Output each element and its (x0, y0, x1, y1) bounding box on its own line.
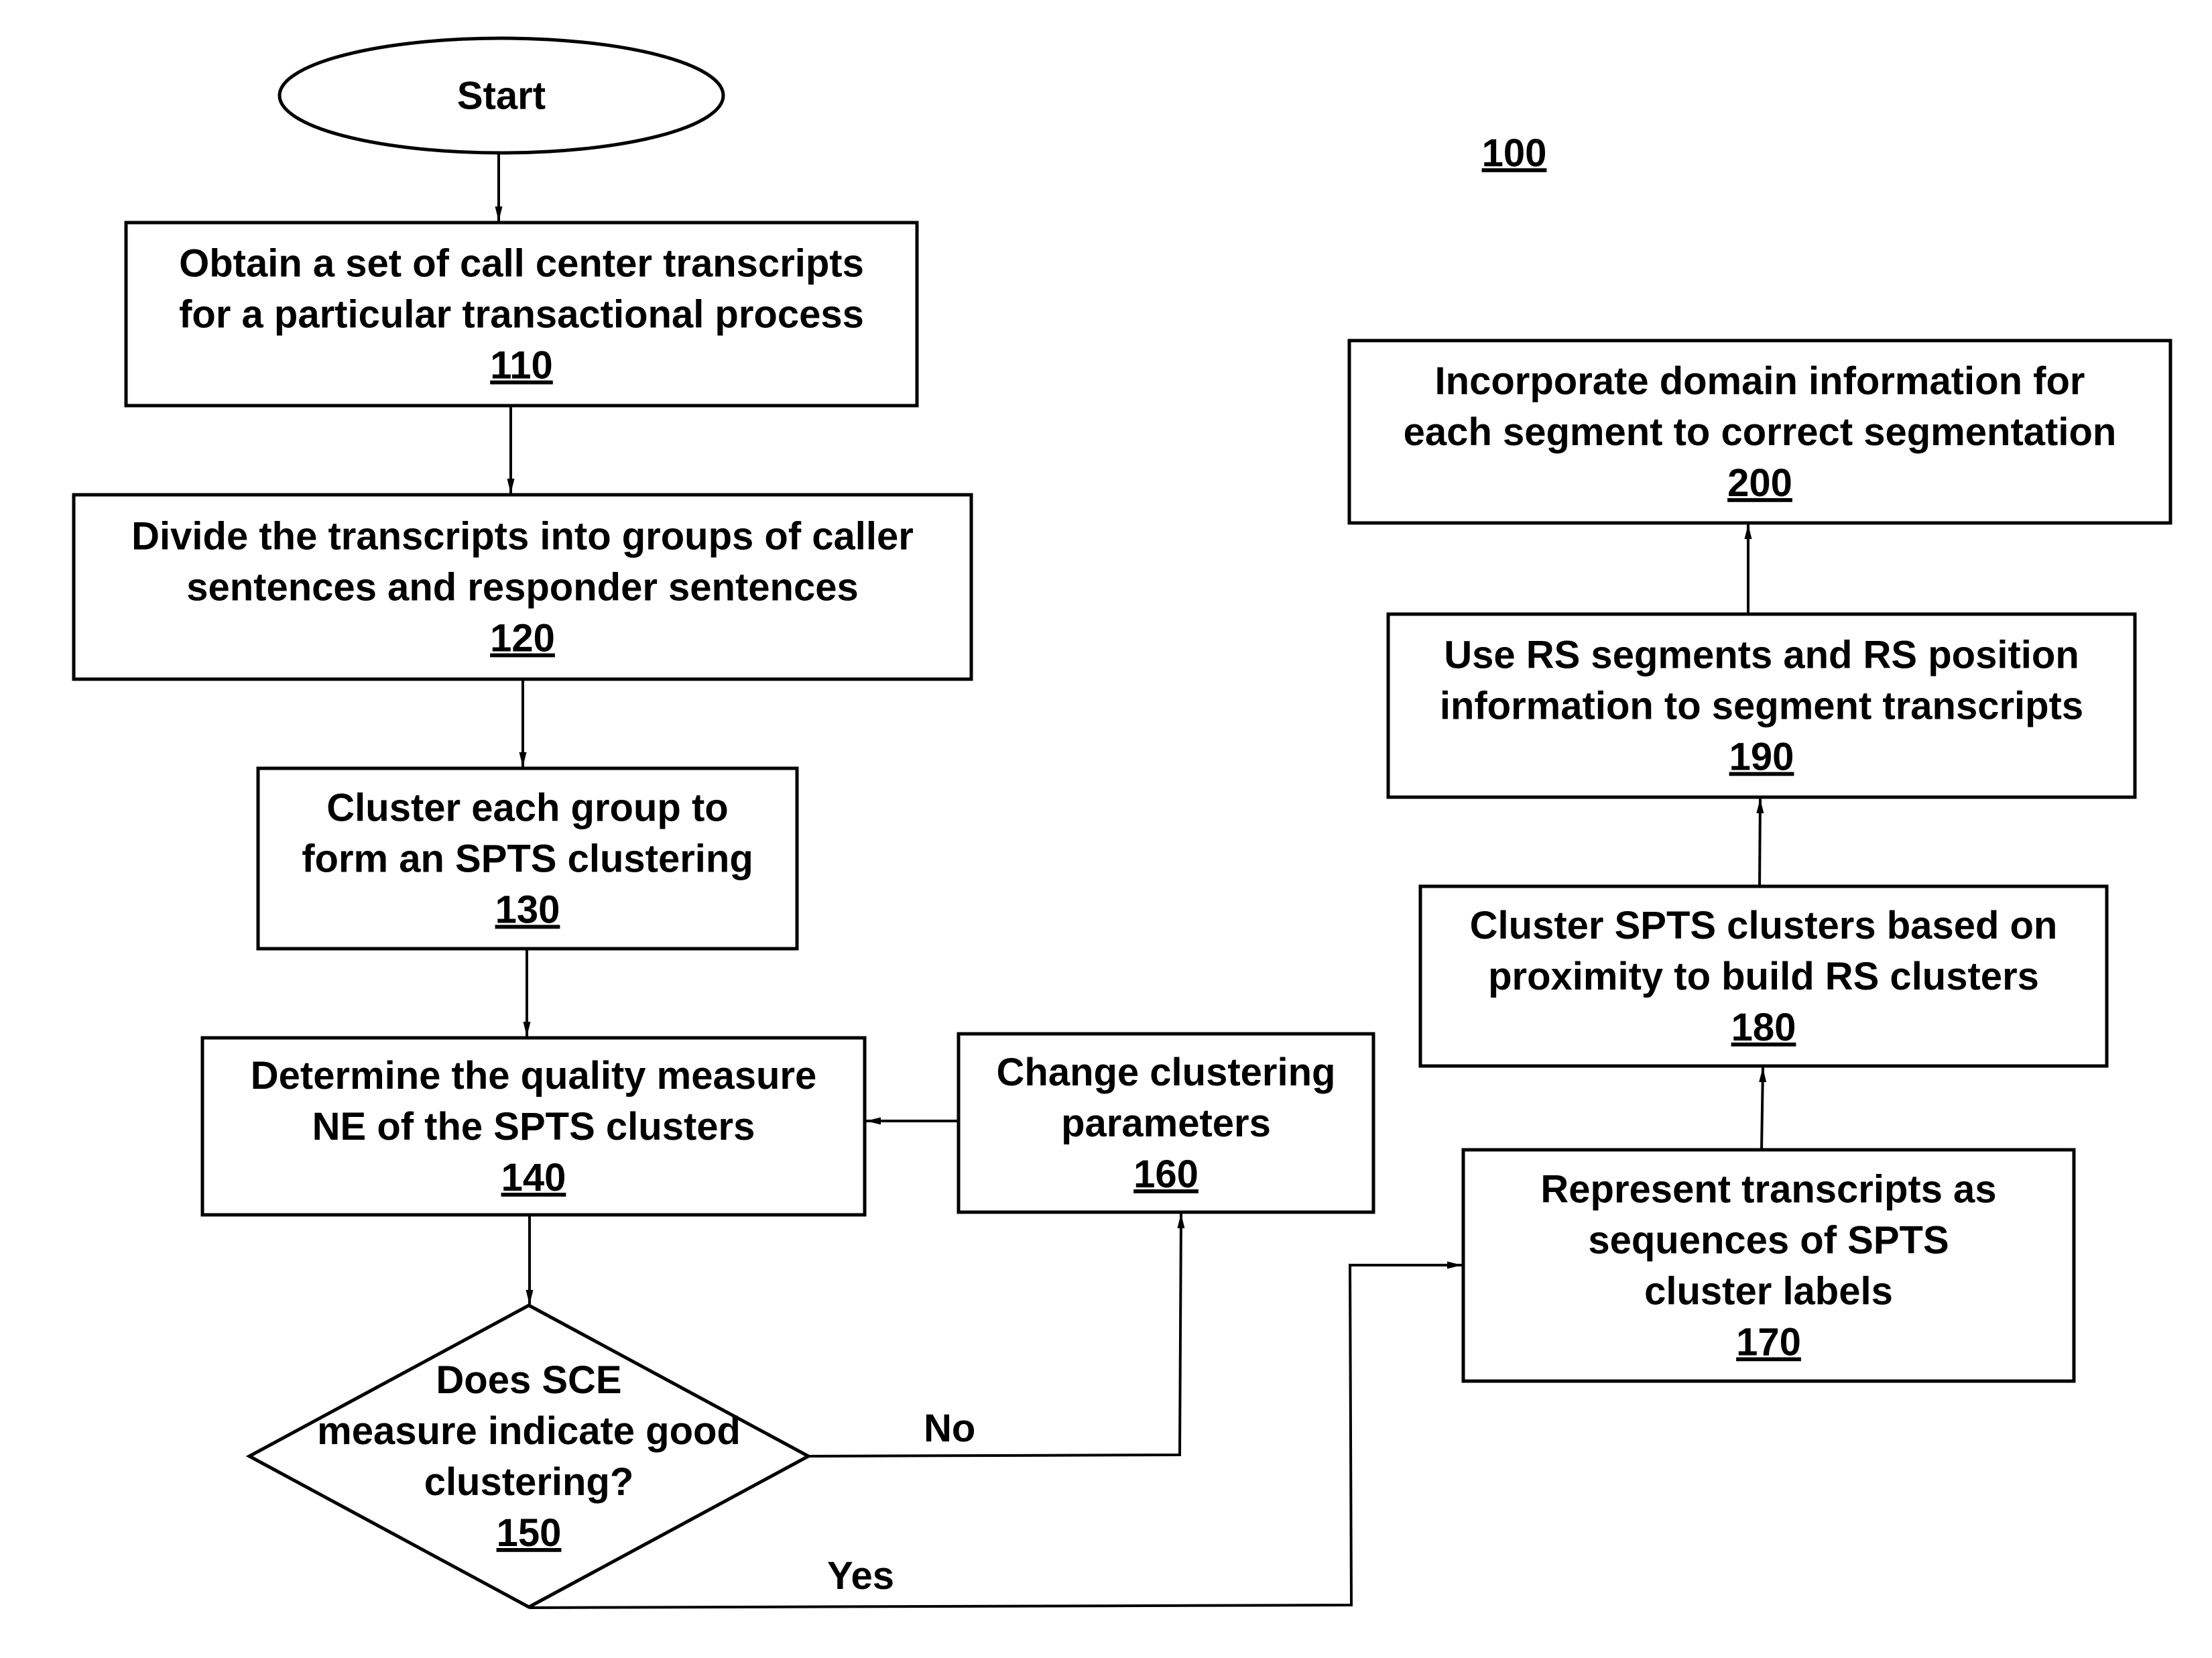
node-130: Cluster each group to form an SPTS cluste… (256, 766, 799, 951)
node-reference-number: 160 (1133, 1152, 1199, 1196)
node-label-line: Incorporate domain information for (1435, 359, 2085, 403)
node-reference-number: 170 (1736, 1321, 1801, 1364)
node-label-line: clustering? (424, 1460, 634, 1504)
node-start: Start (278, 36, 725, 155)
node-label-line: cluster labels (1644, 1270, 1893, 1313)
node-150: Does SCE measure indicate good clustering?… (245, 1303, 812, 1609)
node-label-line: Cluster SPTS clusters based on (1470, 904, 2058, 947)
edge-150-160-no (808, 1213, 1185, 1458)
edge-170-180 (1759, 1067, 1767, 1150)
edge-label-yes: Yes (827, 1554, 894, 1598)
node-reference-number: 110 (490, 344, 553, 388)
node-label-line: form an SPTS clustering (302, 837, 753, 881)
node-140: Determine the quality measure NE of the S… (200, 1036, 867, 1217)
node-label-line: Represent transcripts as (1540, 1168, 1996, 1211)
node-label-line: Determine the quality measure (251, 1054, 817, 1098)
node-label-line: Cluster each group to (326, 786, 728, 830)
node-label-line: for a particular transactional process (179, 293, 864, 337)
edge-label-no: No (924, 1407, 975, 1450)
node-label-line: Start (457, 74, 546, 118)
node-reference-number: 130 (495, 888, 560, 932)
node-label-line: Divide the transcripts into groups of ca… (131, 515, 914, 558)
node-120: Divide the transcripts into groups of ca… (72, 493, 973, 681)
node-160: Change clustering parameters 160 (957, 1032, 1375, 1214)
node-reference-number: 140 (501, 1156, 566, 1199)
node-label-line: information to segment transcripts (1440, 685, 2083, 728)
node-170: Represent transcripts as sequences of SPT… (1461, 1148, 2076, 1383)
node-reference-number: 190 (1729, 735, 1794, 779)
node-110: Obtain a set of call center transcripts f… (124, 221, 919, 408)
flowchart: No Yes 100 Start Obtain a set of call cen… (72, 36, 2172, 1609)
node-label-line: sequences of SPTS (1588, 1219, 1949, 1262)
node-label-line: each segment to correct segmentation (1404, 410, 2117, 454)
node-reference-number: 180 (1731, 1006, 1796, 1049)
node-190: Use RS segments and RS position informati… (1386, 612, 2137, 799)
decision-shape (245, 1303, 812, 1609)
node-reference-number: 150 (497, 1511, 562, 1555)
node-label-line: NE of the SPTS clusters (312, 1105, 755, 1148)
node-label-line: Use RS segments and RS position (1444, 634, 2079, 677)
node-label-line: sentences and responder sentences (186, 566, 859, 609)
node-180: Cluster SPTS clusters based on proximity … (1418, 884, 2109, 1068)
node-200: Incorporate domain information for each s… (1347, 339, 2172, 525)
node-label-line: parameters (1061, 1102, 1271, 1145)
node-label-line: measure indicate good (317, 1409, 741, 1453)
figure-reference: 100 (1482, 131, 1547, 175)
node-reference-number: 120 (490, 617, 555, 660)
node-label-line: proximity to build RS clusters (1488, 955, 2039, 998)
node-label-line: Obtain a set of call center transcripts (179, 242, 864, 286)
node-label-line: Change clustering (997, 1051, 1336, 1094)
node-reference-number: 200 (1727, 461, 1792, 505)
node-label-line: Does SCE (436, 1358, 621, 1402)
nodes: Start Obtain a set of call center transcr… (72, 36, 2172, 1609)
